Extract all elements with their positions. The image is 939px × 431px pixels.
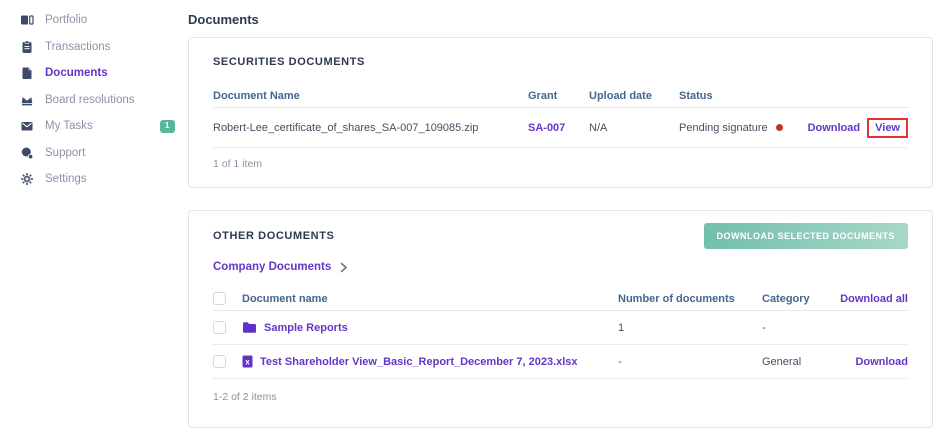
download-link[interactable]: Download: [855, 356, 908, 368]
app-window: Portfolio Transactions Documents Board r…: [0, 0, 939, 431]
select-all-checkbox[interactable]: [213, 292, 226, 305]
number-of-documents-cell: -: [618, 355, 622, 368]
sidebar-item-label: Settings: [45, 173, 87, 186]
transactions-icon: [20, 40, 34, 54]
portfolio-icon: [20, 13, 34, 27]
securities-card-title: SECURITIES DOCUMENTS: [213, 56, 365, 68]
sidebar-item-label: My Tasks: [45, 120, 93, 133]
view-highlight-box: View: [867, 117, 908, 138]
number-of-documents-cell: 1: [618, 321, 625, 334]
sidebar-item-label: Transactions: [45, 40, 111, 53]
sidebar-item-board-resolutions[interactable]: Board resolutions: [0, 87, 185, 114]
status-dot-icon: [775, 124, 783, 131]
sidebar-item-label: Portfolio: [45, 14, 88, 27]
grant-link[interactable]: SA-007: [528, 122, 589, 134]
column-header-category: Category: [762, 292, 810, 305]
board-resolutions-icon: [20, 93, 34, 107]
sidebar-item-transactions[interactable]: Transactions: [0, 34, 185, 61]
my-tasks-icon: [20, 119, 34, 133]
breadcrumb[interactable]: Company Documents: [213, 261, 349, 273]
column-header-document-name: Document Name: [213, 89, 300, 102]
sidebar-item-label: Documents: [45, 67, 108, 80]
view-link[interactable]: View: [875, 122, 900, 134]
sidebar: Portfolio Transactions Documents Board r…: [0, 7, 185, 193]
my-tasks-count-badge: 1: [159, 119, 175, 133]
other-pagination-text: 1-2 of 2 items: [213, 391, 277, 403]
row-checkbox[interactable]: [213, 355, 226, 368]
status-text: Pending signature: [679, 121, 768, 134]
table-row: Robert-Lee_certificate_of_shares_SA-007_…: [213, 108, 908, 148]
category-cell: General: [762, 355, 802, 368]
other-table-header: Document name Number of documents Catego…: [213, 287, 908, 311]
table-row: x Test Shareholder View_Basic_Report_Dec…: [213, 345, 908, 379]
folder-name-label: Sample Reports: [264, 321, 348, 334]
svg-text:x: x: [245, 358, 250, 367]
status-cell: Pending signature: [679, 122, 808, 134]
download-link[interactable]: Download: [808, 122, 861, 134]
download-selected-documents-button[interactable]: DOWNLOAD SELECTED DOCUMENTS: [703, 223, 908, 249]
row-actions: Download View: [808, 117, 908, 138]
column-header-status: Status: [679, 89, 713, 102]
xlsx-file-icon: x: [242, 355, 253, 368]
sidebar-item-portfolio[interactable]: Portfolio: [0, 7, 185, 34]
row-checkbox[interactable]: [213, 321, 226, 334]
settings-icon: [20, 172, 34, 186]
sidebar-item-label: Support: [45, 146, 86, 159]
folder-link[interactable]: Sample Reports: [242, 321, 618, 334]
download-all-link[interactable]: Download all: [840, 293, 908, 305]
other-documents-card: OTHER DOCUMENTS DOWNLOAD SELECTED DOCUME…: [188, 210, 933, 428]
column-header-grant: Grant: [528, 89, 558, 102]
support-icon: [20, 146, 34, 160]
main-content: Documents SECURITIES DOCUMENTS Document …: [188, 0, 933, 431]
folder-icon: [242, 321, 257, 334]
file-name-label: Test Shareholder View_Basic_Report_Decem…: [260, 355, 578, 368]
page-title: Documents: [188, 12, 259, 27]
column-header-number-of-documents: Number of documents: [618, 292, 735, 305]
breadcrumb-label: Company Documents: [213, 261, 332, 273]
upload-date-cell: N/A: [589, 121, 608, 134]
securities-pagination-text: 1 of 1 item: [213, 158, 263, 170]
other-card-header: OTHER DOCUMENTS DOWNLOAD SELECTED DOCUME…: [213, 223, 908, 249]
securities-table-header: Document Name Grant Upload date Status: [213, 84, 908, 108]
documents-icon: [20, 66, 34, 80]
column-header-upload-date: Upload date: [589, 89, 652, 102]
sidebar-item-my-tasks[interactable]: My Tasks 1: [0, 113, 185, 140]
chevron-right-icon: [339, 262, 349, 273]
sidebar-item-settings[interactable]: Settings: [0, 166, 185, 193]
table-row: Sample Reports 1 -: [213, 311, 908, 345]
sidebar-item-documents[interactable]: Documents: [0, 60, 185, 87]
sidebar-item-label: Board resolutions: [45, 93, 135, 106]
file-link[interactable]: x Test Shareholder View_Basic_Report_Dec…: [242, 355, 618, 368]
securities-documents-card: SECURITIES DOCUMENTS Document Name Grant…: [188, 37, 933, 188]
category-cell: -: [762, 321, 766, 334]
column-header-document-name: Document name: [242, 292, 328, 305]
sidebar-item-support[interactable]: Support: [0, 140, 185, 167]
other-card-title: OTHER DOCUMENTS: [213, 230, 335, 242]
document-name-cell: Robert-Lee_certificate_of_shares_SA-007_…: [213, 121, 479, 134]
